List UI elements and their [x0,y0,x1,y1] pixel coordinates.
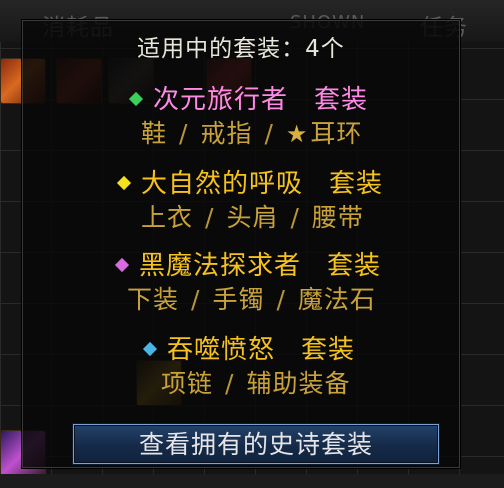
set-part: 头肩 [226,203,279,232]
separator: / [290,203,300,232]
set-part: 手镯 [212,285,265,314]
set-part: 腰带 [311,203,364,232]
set-name: 吞噬愤怒 [167,335,276,365]
set-parts-line: 下装 / 手镯 / 魔法石 [127,285,376,315]
set-name: 大自然的呼吸 [141,169,304,199]
set-name-line: 吞噬愤怒 套装 [142,335,356,365]
set-parts-line: 项链 / 辅助装备 [161,369,350,399]
star-icon: ★ [285,120,309,148]
separator: / [179,119,189,148]
separator: / [205,203,215,232]
set-name-line: 次元旅行者 套装 [128,85,369,115]
separator: / [191,285,201,314]
set-part: 项链 [161,369,214,398]
set-name-line: 黑魔法探求者 套装 [114,251,382,281]
separator: / [225,369,235,398]
set-name: 次元旅行者 [153,85,289,115]
set-part: 上衣 [141,203,194,232]
diamond-bullet-icon [114,257,130,273]
set-suffix: 套装 [314,85,369,115]
set-bonus-tooltip: 适用中的套装：4个 次元旅行者 套装 鞋 / 戒指 / ★耳环 大自然的呼吸 套装 上衣 / 头… [22,20,460,468]
set-part: 戒指 [200,119,253,148]
set-suffix: 套装 [329,169,384,199]
game-inventory-screen: 消耗品 SHOWN 任务 适用中的套装：4个 次元旅行者套装 鞋/戒指/★耳环 … [0,0,504,488]
set-suffix: 套装 [301,335,356,365]
view-owned-epic-sets-button[interactable]: 查看拥有的史诗套装 [73,424,439,464]
set-part: 耳环 [310,119,363,148]
set-part: 辅助装备 [246,369,351,398]
tooltip-title: 适用中的套装：4个 [137,36,345,62]
set-parts-line: 上衣 / 头肩 / 腰带 [141,203,364,233]
diamond-bullet-icon [116,175,132,191]
set-name: 黑魔法探求者 [139,251,302,281]
separator: / [264,119,274,148]
set-part: 魔法石 [297,285,376,314]
diamond-bullet-icon [142,341,158,357]
set-part: 鞋 [141,119,168,148]
set-name-line: 大自然的呼吸 套装 [116,169,384,199]
set-part: 下装 [127,285,180,314]
separator: / [276,285,286,314]
set-suffix: 套装 [327,251,382,281]
set-parts-line: 鞋 / 戒指 / ★耳环 [141,119,362,149]
inventory-bottom-bar [0,474,504,488]
diamond-bullet-icon [128,91,144,107]
